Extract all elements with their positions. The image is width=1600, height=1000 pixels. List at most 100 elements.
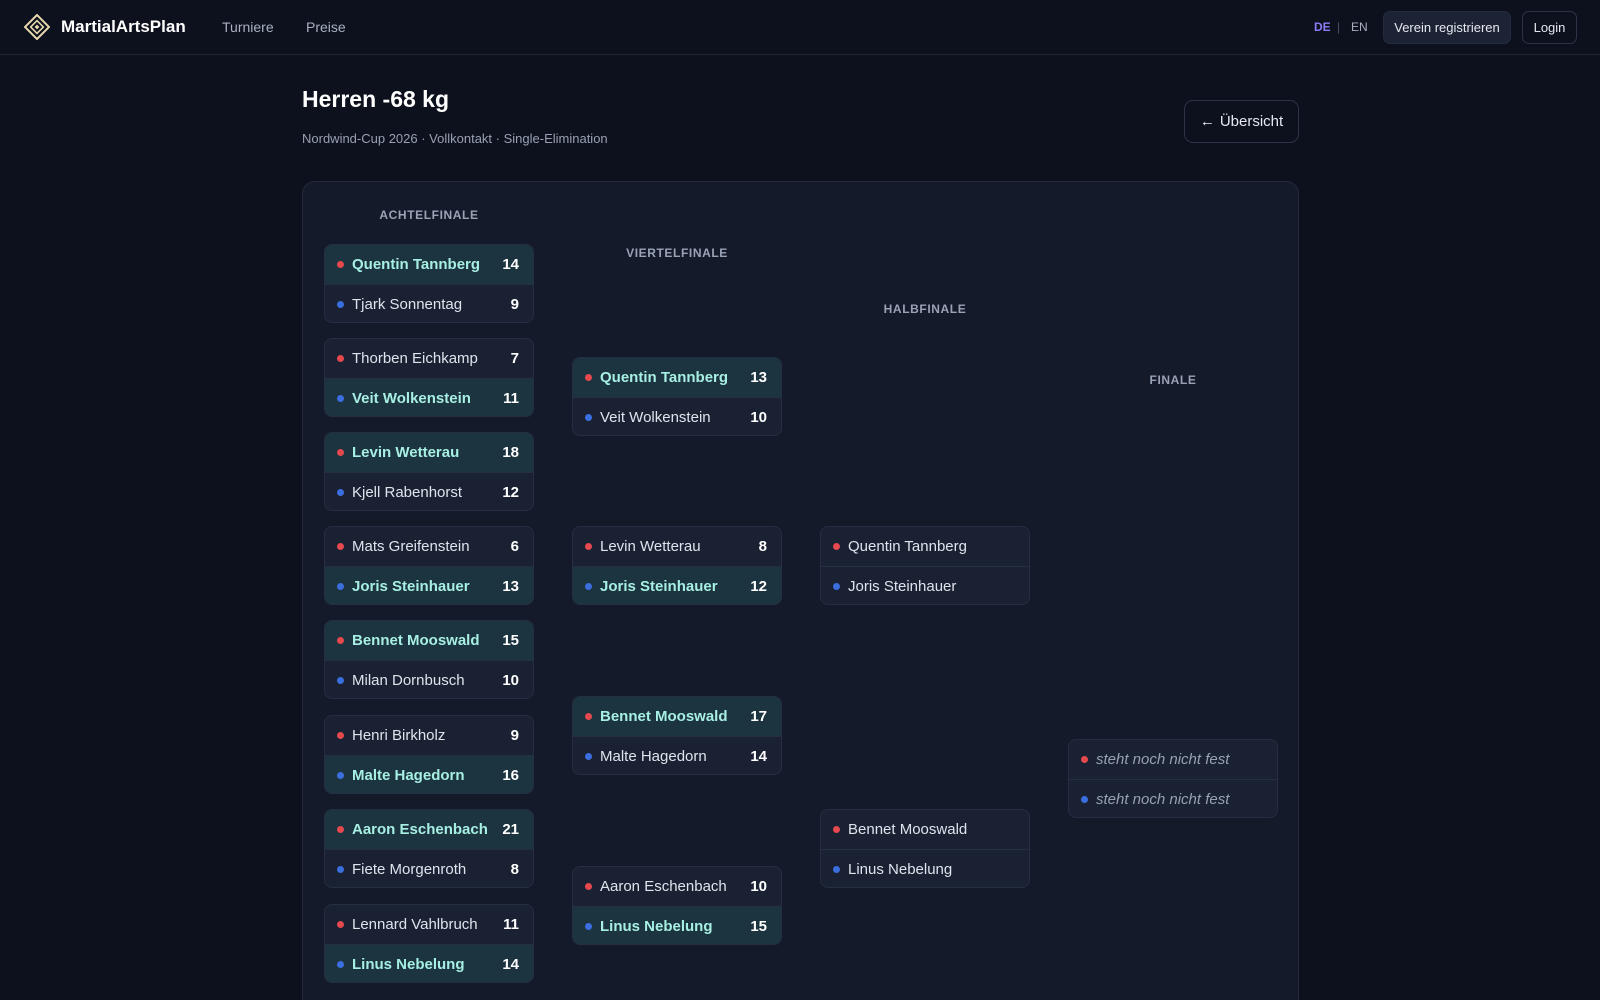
fighter-slot-blue[interactable]: Linus Nebelung 15	[573, 906, 781, 944]
match-final[interactable]: steht noch nicht fest steht noch nicht fe…	[1068, 739, 1278, 818]
top-navigation-bar: MartialArtsPlan Turniere Preise DE | EN …	[0, 0, 1600, 55]
fighter-name: Quentin Tannberg	[848, 538, 967, 555]
fighter-slot-red[interactable]: Levin Wetterau 18	[325, 433, 533, 472]
blue-corner-dot-icon	[337, 677, 344, 684]
fighter-slot-red[interactable]: Quentin Tannberg	[821, 527, 1029, 566]
nav-link-turniere[interactable]: Turniere	[222, 19, 274, 35]
match-sf-1[interactable]: Quentin Tannberg Joris Steinhauer	[820, 526, 1030, 605]
language-en[interactable]: EN	[1351, 20, 1368, 34]
blue-corner-dot-icon	[833, 583, 840, 590]
fighter-score: 15	[750, 917, 767, 935]
fighter-slot-blue[interactable]: Milan Dornbusch 10	[325, 660, 533, 698]
page-subtitle: Nordwind-Cup 2026 · Vollkontakt · Single…	[302, 131, 608, 146]
fighter-name: Kjell Rabenhorst	[352, 483, 463, 501]
fighter-slot-red[interactable]: Bennet Mooswald	[821, 810, 1029, 849]
fighter-slot-red[interactable]: Levin Wetterau 8	[573, 527, 781, 566]
fighter-name: Aaron Eschenbach	[352, 821, 488, 838]
fighter-slot-red[interactable]: Quentin Tannberg 13	[573, 358, 781, 397]
round-label-viertelfinale: VIERTELFINALE	[626, 246, 728, 260]
fighter-name: Quentin Tannberg	[600, 369, 729, 386]
fighter-name: Malte Hagedorn	[600, 747, 707, 765]
fighter-slot-blue[interactable]: Tjark Sonnentag 9	[325, 284, 533, 322]
register-club-button[interactable]: Verein registrieren	[1383, 11, 1511, 44]
fighter-slot-red[interactable]: Quentin Tannberg 14	[325, 245, 533, 284]
fighter-name: Lennard Vahlbruch	[352, 916, 478, 933]
fighter-slot-blue[interactable]: Linus Nebelung	[821, 849, 1029, 887]
red-corner-dot-icon	[337, 543, 344, 550]
fighter-slot-blue[interactable]: Linus Nebelung 14	[325, 944, 533, 982]
match-qf-1[interactable]: Quentin Tannberg 13 Veit Wolkenstein 10	[572, 357, 782, 436]
fighter-score: 14	[502, 955, 519, 973]
fighter-slot-blue[interactable]: Joris Steinhauer	[821, 566, 1029, 604]
language-de[interactable]: DE	[1314, 20, 1331, 34]
round-label-halbfinale: HALBFINALE	[883, 302, 967, 316]
fighter-slot-red[interactable]: Mats Greifenstein 6	[325, 527, 533, 566]
login-button[interactable]: Login	[1522, 11, 1577, 44]
fighter-slot-blue[interactable]: Malte Hagedorn 14	[573, 736, 781, 774]
fighter-score: 11	[503, 389, 519, 407]
fighter-name: Henri Birkholz	[352, 727, 446, 744]
blue-corner-dot-icon	[585, 753, 592, 760]
brand-logo[interactable]: MartialArtsPlan	[24, 14, 186, 40]
fighter-name: Aaron Eschenbach	[600, 878, 727, 895]
fighter-score: 10	[750, 408, 767, 426]
nav-link-preise[interactable]: Preise	[306, 19, 346, 35]
match-r16-7[interactable]: Aaron Eschenbach 21 Fiete Morgenroth 8	[324, 809, 534, 888]
fighter-score: 10	[502, 671, 519, 689]
fighter-slot-blue[interactable]: Kjell Rabenhorst 12	[325, 472, 533, 510]
fighter-score: 10	[750, 878, 767, 895]
blue-corner-dot-icon	[585, 923, 592, 930]
back-to-overview-button[interactable]: ← Übersicht	[1184, 100, 1299, 143]
match-qf-4[interactable]: Aaron Eschenbach 10 Linus Nebelung 15	[572, 866, 782, 945]
match-qf-2[interactable]: Levin Wetterau 8 Joris Steinhauer 12	[572, 526, 782, 605]
back-button-label: Übersicht	[1219, 113, 1284, 130]
fighter-slot-blue[interactable]: Malte Hagedorn 16	[325, 755, 533, 793]
fighter-slot-red[interactable]: Henri Birkholz 9	[325, 716, 533, 755]
fighter-slot-blue[interactable]: Fiete Morgenroth 8	[325, 849, 533, 887]
fighter-slot-red[interactable]: Thorben Eichkamp 7	[325, 339, 533, 378]
blue-corner-dot-icon	[337, 866, 344, 873]
fighter-score: 21	[502, 821, 519, 838]
match-r16-4[interactable]: Mats Greifenstein 6 Joris Steinhauer 13	[324, 526, 534, 605]
match-r16-2[interactable]: Thorben Eichkamp 7 Veit Wolkenstein 11	[324, 338, 534, 417]
blue-corner-dot-icon	[337, 772, 344, 779]
fighter-slot-red[interactable]: Lennard Vahlbruch 11	[325, 905, 533, 944]
fighter-score: 9	[510, 727, 519, 744]
fighter-score: 15	[502, 632, 519, 649]
match-r16-6[interactable]: Henri Birkholz 9 Malte Hagedorn 16	[324, 715, 534, 794]
fighter-slot-red[interactable]: steht noch nicht fest	[1069, 740, 1277, 779]
fighter-score: 6	[510, 538, 519, 555]
fighter-slot-red[interactable]: Bennet Mooswald 17	[573, 697, 781, 736]
fighter-slot-red[interactable]: Aaron Eschenbach 21	[325, 810, 533, 849]
match-r16-8[interactable]: Lennard Vahlbruch 11 Linus Nebelung 14	[324, 904, 534, 983]
blue-corner-dot-icon	[337, 583, 344, 590]
fighter-name: Linus Nebelung	[352, 955, 465, 973]
fighter-score: 14	[502, 256, 519, 273]
fighter-score: 9	[510, 295, 519, 313]
fighter-slot-blue[interactable]: steht noch nicht fest	[1069, 779, 1277, 817]
round-label-achtelfinale: ACHTELFINALE	[379, 208, 479, 222]
fighter-name: Linus Nebelung	[848, 860, 953, 878]
fighter-name: Bennet Mooswald	[848, 821, 968, 838]
fighter-slot-red[interactable]: Aaron Eschenbach 10	[573, 867, 781, 906]
red-corner-dot-icon	[337, 449, 344, 456]
match-r16-1[interactable]: Quentin Tannberg 14 Tjark Sonnentag 9	[324, 244, 534, 323]
fighter-slot-red[interactable]: Bennet Mooswald 15	[325, 621, 533, 660]
fighter-name: Veit Wolkenstein	[352, 389, 471, 407]
match-sf-2[interactable]: Bennet Mooswald Linus Nebelung	[820, 809, 1030, 888]
red-corner-dot-icon	[585, 713, 592, 720]
round-label-finale: FINALE	[1149, 373, 1197, 387]
match-r16-3[interactable]: Levin Wetterau 18 Kjell Rabenhorst 12	[324, 432, 534, 511]
fighter-score: 11	[503, 916, 519, 933]
fighter-slot-blue[interactable]: Joris Steinhauer 13	[325, 566, 533, 604]
match-qf-3[interactable]: Bennet Mooswald 17 Malte Hagedorn 14	[572, 696, 782, 775]
fighter-score: 18	[502, 444, 519, 461]
fighter-slot-blue[interactable]: Joris Steinhauer 12	[573, 566, 781, 604]
fighter-slot-blue[interactable]: Veit Wolkenstein 11	[325, 378, 533, 416]
fighter-score: 8	[758, 538, 767, 555]
fighter-name: steht noch nicht fest	[1096, 751, 1230, 768]
fighter-slot-blue[interactable]: Veit Wolkenstein 10	[573, 397, 781, 435]
match-r16-5[interactable]: Bennet Mooswald 15 Milan Dornbusch 10	[324, 620, 534, 699]
fighter-name: Fiete Morgenroth	[352, 860, 467, 878]
red-corner-dot-icon	[585, 374, 592, 381]
